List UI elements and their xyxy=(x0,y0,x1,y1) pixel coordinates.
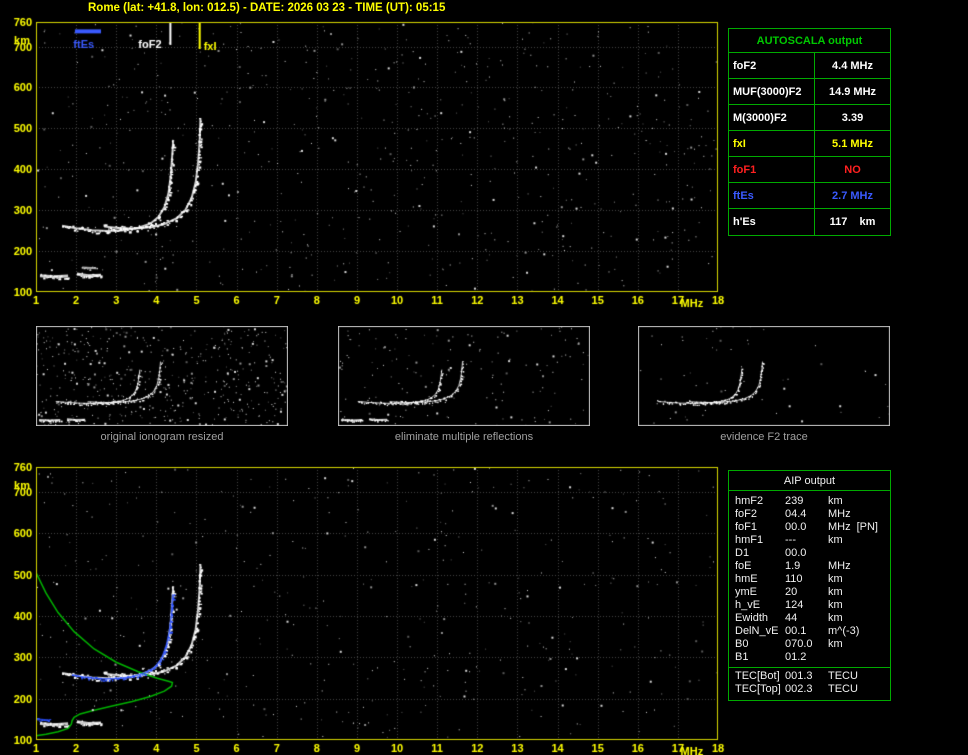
aip-row-label: Ewidth xyxy=(729,612,785,625)
aip-row-label: hmF1 xyxy=(729,534,785,547)
aip-row-label: TEC[Top] xyxy=(729,683,785,696)
aip-row: TEC[Bot]001.3TECU xyxy=(729,667,890,683)
aip-row: B101.2 xyxy=(729,651,890,664)
aip-row: DelN_vE00.1m^(-3) xyxy=(729,625,890,638)
autoscala-row-value: NO xyxy=(815,157,890,182)
aip-row-label: foF2 xyxy=(729,508,785,521)
autoscala-row-label: fxI xyxy=(729,131,815,156)
aip-row-label: foE xyxy=(729,560,785,573)
thumbnail-caption-eliminate: eliminate multiple reflections xyxy=(337,431,591,443)
aip-row-value: 00.0 xyxy=(785,521,828,534)
station-title: Rome (lat: +41.8, lon: 012.5) - DATE: 20… xyxy=(88,2,445,14)
aip-row: TEC[Top]002.3TECU xyxy=(729,683,890,696)
autoscala-row-label: h'Es xyxy=(729,209,815,235)
autoscala-row-value: 2.7 MHz xyxy=(815,183,890,208)
autoscala-row-label: ftEs xyxy=(729,183,815,208)
aip-row-value: 124 xyxy=(785,599,828,612)
aip-row-label: D1 xyxy=(729,547,785,560)
aip-row-unit: m^(-3) xyxy=(828,625,859,638)
thumbnail-eliminate-reflections xyxy=(338,326,590,426)
autoscala-row-label: foF2 xyxy=(729,53,815,78)
autoscala-row: h'Es 117 km xyxy=(729,209,890,235)
aip-row-value: 00.0 xyxy=(785,547,828,560)
aip-row: B0070.0km xyxy=(729,638,890,651)
aip-row-value: 001.3 xyxy=(785,670,828,683)
aip-row-unit: km xyxy=(828,495,843,508)
aip-row-unit: TECU xyxy=(828,683,858,696)
aip-row-value: 1.9 xyxy=(785,560,828,573)
top-ionogram-plot xyxy=(0,0,740,315)
aip-row-value: 44 xyxy=(785,612,828,625)
aip-row: foE1.9MHz xyxy=(729,560,890,573)
aip-row: h_vE124km xyxy=(729,599,890,612)
aip-row-label: ymE xyxy=(729,586,785,599)
autoscala-row-label: MUF(3000)F2 xyxy=(729,79,815,104)
aip-output-title: AIP output xyxy=(729,471,890,491)
autoscala-row-label: foF1 xyxy=(729,157,815,182)
aip-row-value: 20 xyxy=(785,586,828,599)
aip-row-unit: km xyxy=(828,534,843,547)
aip-row-label: foF1 xyxy=(729,521,785,534)
aip-row-label: hmE xyxy=(729,573,785,586)
aip-row-unit: km xyxy=(828,599,843,612)
aip-row-value: 002.3 xyxy=(785,683,828,696)
aip-row: D100.0 xyxy=(729,547,890,560)
aip-row-value: --- xyxy=(785,534,828,547)
autoscala-screen: { "header": { "title": "Rome (lat: +41.8… xyxy=(0,0,968,755)
aip-row-unit: km xyxy=(828,586,843,599)
aip-row-value: 070.0 xyxy=(785,638,828,651)
autoscala-row-value: 117 km xyxy=(815,209,890,235)
thumbnail-caption-original: original ionogram resized xyxy=(35,431,289,443)
autoscala-row-label: M(3000)F2 xyxy=(729,105,815,130)
aip-row-label: TEC[Bot] xyxy=(729,670,785,683)
autoscala-row-value: 5.1 MHz xyxy=(815,131,890,156)
autoscala-row: fxI 5.1 MHz xyxy=(729,131,890,157)
autoscala-row-value: 4.4 MHz xyxy=(815,53,890,78)
autoscala-output-table: AUTOSCALA output foF2 4.4 MHz MUF(3000)F… xyxy=(728,28,891,236)
autoscala-row-value: 14.9 MHz xyxy=(815,79,890,104)
autoscala-row: ftEs 2.7 MHz xyxy=(729,183,890,209)
aip-row: hmE110km xyxy=(729,573,890,586)
aip-row-label: hmF2 xyxy=(729,495,785,508)
autoscala-row: foF1 NO xyxy=(729,157,890,183)
aip-row-label: DelN_vE xyxy=(729,625,785,638)
aip-row: hmF1---km xyxy=(729,534,890,547)
aip-row-unit: MHz xyxy=(828,560,851,573)
aip-row: hmF2239km xyxy=(729,495,890,508)
autoscala-output-title: AUTOSCALA output xyxy=(729,29,890,53)
aip-row-label: h_vE xyxy=(729,599,785,612)
bottom-ionogram-plot xyxy=(0,452,740,755)
aip-output-rows: hmF2239km foF204.4MHz foF100.0MHz[PN] hm… xyxy=(729,491,890,700)
aip-row-value: 04.4 xyxy=(785,508,828,521)
aip-row-value: 239 xyxy=(785,495,828,508)
aip-row-unit: TECU xyxy=(828,670,858,683)
thumbnail-evidence-f2-trace xyxy=(638,326,890,426)
aip-row: ymE20km xyxy=(729,586,890,599)
autoscala-row: M(3000)F2 3.39 xyxy=(729,105,890,131)
aip-row-value: 00.1 xyxy=(785,625,828,638)
aip-row: foF204.4MHz xyxy=(729,508,890,521)
aip-row-label: B1 xyxy=(729,651,785,664)
aip-row: foF100.0MHz [PN] xyxy=(729,521,890,534)
autoscala-row-value: 3.39 xyxy=(815,105,890,130)
aip-row-unit: km xyxy=(828,638,843,651)
aip-row: Ewidth44km xyxy=(729,612,890,625)
aip-row-label: B0 xyxy=(729,638,785,651)
aip-row-unit: MHz xyxy=(828,508,851,521)
aip-row-extra: [PN] xyxy=(857,521,878,534)
aip-row-unit: km xyxy=(828,573,843,586)
aip-row-value: 110 xyxy=(785,573,828,586)
autoscala-row: MUF(3000)F2 14.9 MHz xyxy=(729,79,890,105)
aip-row-unit: km xyxy=(828,612,843,625)
aip-row-value: 01.2 xyxy=(785,651,828,664)
autoscala-row: foF2 4.4 MHz xyxy=(729,53,890,79)
thumbnail-caption-evidence: evidence F2 trace xyxy=(637,431,891,443)
aip-output-table: AIP output hmF2239km foF204.4MHz foF100.… xyxy=(728,470,891,701)
aip-row-unit: MHz xyxy=(828,521,851,534)
thumbnail-original-ionogram xyxy=(36,326,288,426)
